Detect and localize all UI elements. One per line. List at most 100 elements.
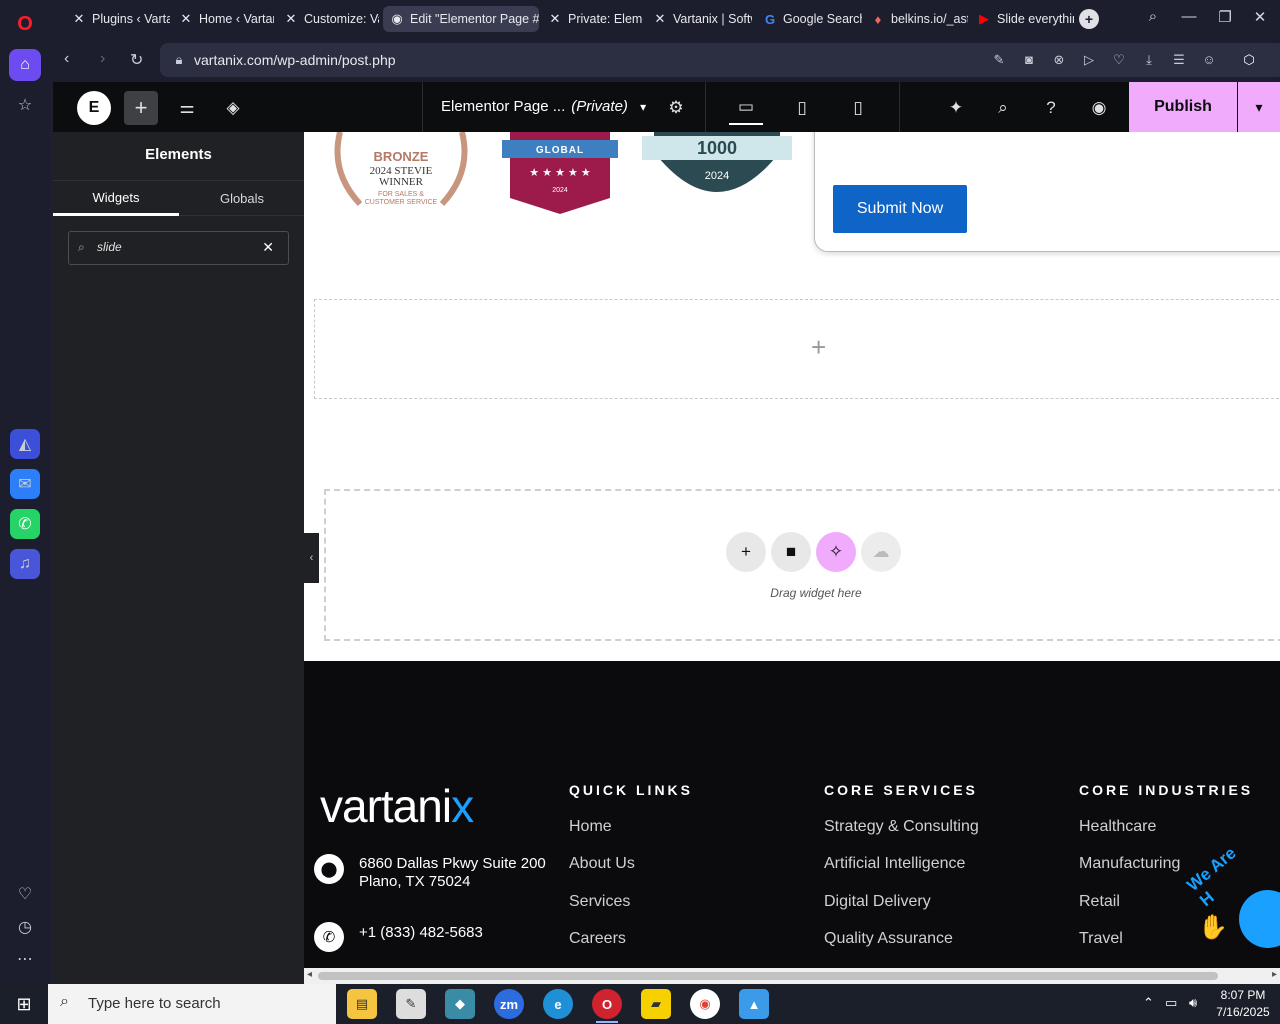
restore-icon[interactable]: ❐ xyxy=(1214,8,1236,26)
vartanix-logo[interactable]: vartanix xyxy=(320,779,474,833)
help-icon[interactable]: ? xyxy=(1034,91,1068,125)
volume-icon[interactable]: 🔊︎ xyxy=(1189,995,1197,1011)
publish-options-chevron-icon[interactable]: ▾ xyxy=(1238,82,1280,132)
template-library-folder-icon[interactable]: ■ xyxy=(771,532,811,572)
minimize-icon[interactable]: — xyxy=(1178,8,1200,25)
tab-edit-elementor[interactable]: ◉ Edit "Elementor Page #1 xyxy=(383,6,539,32)
scroll-left-icon[interactable]: ◂ xyxy=(307,969,312,980)
search-tabs-icon[interactable]: ⌕ xyxy=(1142,8,1164,25)
chat-widget-button[interactable] xyxy=(1239,890,1280,948)
music-app-icon[interactable]: ♫ xyxy=(10,549,40,579)
edge-icon[interactable]: e xyxy=(543,989,573,1019)
taskbar-clock[interactable]: 8:07 PM 7/16/2025 xyxy=(1212,987,1274,1021)
tab-customize[interactable]: ✕ Customize: Va xyxy=(277,6,379,32)
menu-icon[interactable]: ☰ xyxy=(1170,52,1188,68)
footer-link-careers[interactable]: Careers xyxy=(569,930,626,948)
footer-link-ai[interactable]: Artificial Intelligence xyxy=(824,855,965,873)
desktop-view-icon[interactable]: ▭ xyxy=(729,91,763,125)
aria-app-icon[interactable]: ◭ xyxy=(10,429,40,459)
profile-icon[interactable]: ☺ xyxy=(1200,52,1218,67)
tab-vartanix[interactable]: ✕ Vartanix | Softw xyxy=(646,6,752,32)
tab-globals[interactable]: Globals xyxy=(179,181,305,216)
page-title-dropdown[interactable]: Elementor Page ... (Private) ▾ xyxy=(441,98,646,115)
photos-icon[interactable]: ▲ xyxy=(739,989,769,1019)
footer-link-digital[interactable]: Digital Delivery xyxy=(824,893,931,911)
scroll-right-icon[interactable]: ▸ xyxy=(1272,969,1277,980)
taskbar-search[interactable]: ⌕ Type here to search xyxy=(48,984,336,1024)
url-field[interactable]: 🔒︎ vartanix.com/wp-admin/post.php ✎ ◙ ⊗ … xyxy=(160,43,1280,77)
notifications-icon[interactable]: ✦ xyxy=(939,91,973,125)
add-new-container-plus-icon[interactable]: + xyxy=(726,532,766,572)
tab-youtube[interactable]: ▶ Slide everythin xyxy=(970,6,1074,32)
footer-link-travel[interactable]: Travel xyxy=(1079,930,1123,948)
footer-link-strategy[interactable]: Strategy & Consulting xyxy=(824,818,979,836)
opera-logo-icon[interactable]: O xyxy=(9,8,41,40)
phone-number[interactable]: +1 (833) 482-5683 xyxy=(359,924,483,942)
tab-widgets[interactable]: Widgets xyxy=(53,181,179,216)
home-icon[interactable]: ⌂ xyxy=(9,49,41,81)
ai-sparkle-icon[interactable]: ✧ xyxy=(816,532,856,572)
close-window-icon[interactable]: ✕ xyxy=(1249,8,1271,26)
edit-icon[interactable]: ✎ xyxy=(990,52,1008,68)
history-icon[interactable]: ◷ xyxy=(9,911,41,943)
widget-search-input[interactable] xyxy=(97,240,247,254)
badge-text: CUSTOMER SERVICE xyxy=(365,199,438,206)
messenger-app-icon[interactable]: ✉ xyxy=(10,469,40,499)
footer-link-qa[interactable]: Quality Assurance xyxy=(824,930,953,948)
heart-icon[interactable]: ♡ xyxy=(9,878,41,910)
file-explorer-icon[interactable]: ▤ xyxy=(347,989,377,1019)
camera-icon[interactable]: ◙ xyxy=(1020,52,1038,67)
footer-link-services[interactable]: Services xyxy=(569,893,630,911)
tab-home[interactable]: ✕ Home ‹ Vartan xyxy=(172,6,274,32)
download-icon[interactable]: ⤓ xyxy=(1140,52,1158,68)
block-icon[interactable]: ⊗ xyxy=(1050,52,1068,68)
tab-private-elementor[interactable]: ✕ Private: Elemen xyxy=(541,6,643,32)
zoom-icon[interactable]: zm xyxy=(494,989,524,1019)
back-icon[interactable]: ‹ xyxy=(64,50,69,68)
tab-plugins[interactable]: ✕ Plugins ‹ Varta xyxy=(58,6,170,32)
footer-link-manufacturing[interactable]: Manufacturing xyxy=(1079,855,1180,873)
app-icon[interactable]: ◆ xyxy=(445,989,475,1019)
paint-icon[interactable]: ✎ xyxy=(396,989,426,1019)
tab-belkins[interactable]: ♦ belkins.io/_ast xyxy=(864,6,968,32)
tab-google[interactable]: G Google Search xyxy=(756,6,862,32)
opera-icon[interactable]: O xyxy=(592,989,622,1023)
empty-section[interactable]: + xyxy=(314,299,1280,399)
network-icon[interactable]: ▭ xyxy=(1165,995,1177,1011)
scrollbar-thumb[interactable] xyxy=(318,972,1218,980)
site-settings-icon[interactable]: ⚌ xyxy=(170,91,204,125)
horizontal-scrollbar[interactable]: ◂ ▸ xyxy=(304,968,1280,984)
reload-icon[interactable]: ↻ xyxy=(130,50,143,70)
search-icon[interactable]: ⌕ xyxy=(986,91,1020,125)
publish-button[interactable]: Publish xyxy=(1129,82,1237,132)
extensions-icon[interactable]: ⬡ xyxy=(1240,52,1258,68)
cloud-kit-icon[interactable]: ☁ xyxy=(861,532,901,572)
windows-start-icon[interactable]: ⊞ xyxy=(0,984,48,1024)
tablet-view-icon[interactable]: ▯ xyxy=(785,91,819,125)
add-element-button[interactable]: + xyxy=(124,91,158,125)
mobile-view-icon[interactable]: ▯ xyxy=(841,91,875,125)
clear-search-icon[interactable]: ✕ xyxy=(262,239,274,256)
collapse-panel-chevron-icon[interactable]: ‹ xyxy=(304,533,319,583)
page-settings-gear-icon[interactable]: ⚙ xyxy=(659,91,693,125)
star-icon[interactable]: ☆ xyxy=(9,89,41,121)
tray-chevron-icon[interactable]: ⌃ xyxy=(1143,995,1154,1011)
whatsapp-app-icon[interactable]: ✆ xyxy=(10,509,40,539)
preview-eye-icon[interactable]: ◉ xyxy=(1082,91,1116,125)
elementor-logo-icon[interactable]: E xyxy=(77,91,111,125)
forward-icon[interactable]: › xyxy=(100,50,105,68)
heart-icon[interactable]: ♡ xyxy=(1110,52,1128,68)
footer-link-retail[interactable]: Retail xyxy=(1079,893,1120,911)
footer-link-about[interactable]: About Us xyxy=(569,855,635,873)
footer-link-home[interactable]: Home xyxy=(569,818,612,836)
add-section-plus-icon[interactable]: + xyxy=(811,332,826,363)
chrome-icon[interactable]: ◉ xyxy=(690,989,720,1019)
submit-now-button[interactable]: Submit Now xyxy=(833,185,967,233)
structure-icon[interactable]: ◈ xyxy=(216,91,250,125)
widget-dropzone[interactable]: + ■ ✧ ☁ Drag widget here xyxy=(324,489,1280,641)
more-icon[interactable]: ⋯ xyxy=(9,943,41,975)
new-tab-icon[interactable]: + xyxy=(1079,9,1099,29)
sticky-notes-icon[interactable]: ▰ xyxy=(641,989,671,1019)
send-icon[interactable]: ▷ xyxy=(1080,52,1098,68)
footer-link-healthcare[interactable]: Healthcare xyxy=(1079,818,1156,836)
